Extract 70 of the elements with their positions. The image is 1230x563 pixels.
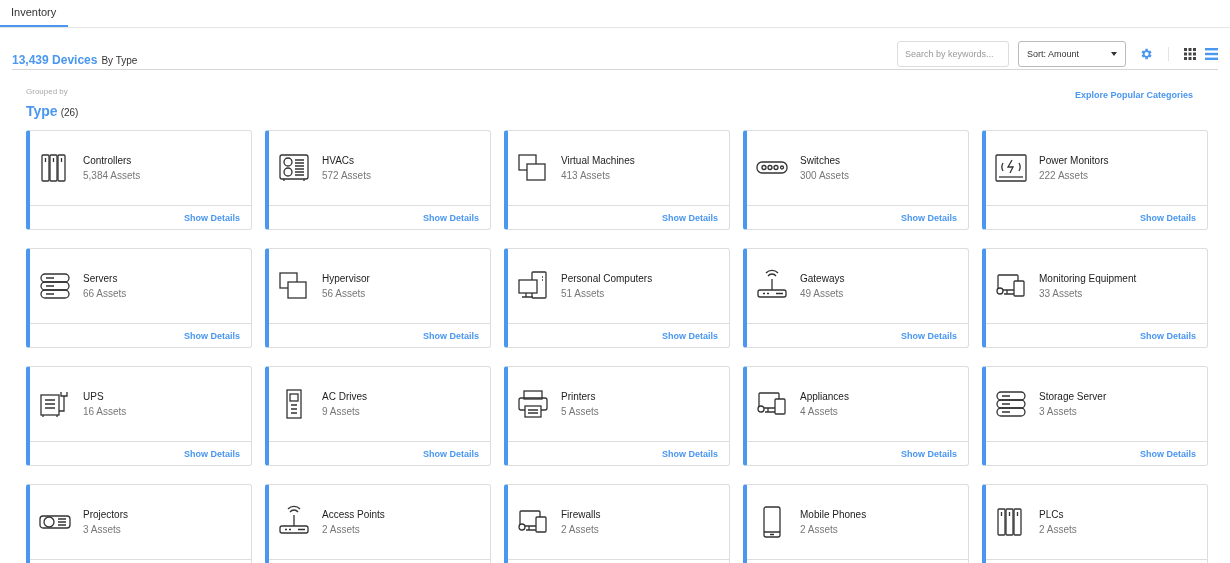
asset-count: 2 Assets <box>322 524 361 535</box>
category-name: Servers <box>83 273 119 284</box>
power-monitor-icon <box>994 151 1028 185</box>
show-details-link[interactable]: Show Details <box>901 212 957 223</box>
category-name: Power Monitors <box>1039 155 1109 166</box>
category-name: Personal Computers <box>561 273 653 284</box>
show-details-link[interactable]: Show Details <box>1140 448 1196 459</box>
category-name: Controllers <box>83 155 133 166</box>
category-name: AC Drives <box>322 391 367 402</box>
grouped-by-label: Grouped by <box>26 87 69 96</box>
group-count: (26) <box>60 107 79 118</box>
tab[interactable]: Inventory <box>0 0 69 27</box>
category-name: Appliances <box>800 391 849 402</box>
asset-count: 572 Assets <box>322 170 371 181</box>
asset-count: 56 Assets <box>322 288 367 299</box>
asset-count: 51 Assets <box>561 288 606 299</box>
show-details-link[interactable]: Show Details <box>1140 212 1196 223</box>
show-details-link[interactable]: Show Details <box>1140 330 1196 341</box>
category-name: HVACs <box>322 155 356 166</box>
count-suffix: By Type <box>101 55 138 66</box>
sort-dropdown[interactable]: Sort: Amount <box>1018 41 1126 67</box>
asset-count: 49 Assets <box>800 288 845 299</box>
show-details-link[interactable]: Show Details <box>423 330 479 341</box>
category-name: PLCs <box>1039 509 1065 520</box>
search-field[interactable]: Search by keywords... <box>897 41 1009 67</box>
category-name: UPS <box>83 391 105 402</box>
asset-count: 5,384 Assets <box>83 170 141 181</box>
show-details-link[interactable]: Show Details <box>184 448 240 459</box>
category-name: Mobile Phones <box>800 509 867 520</box>
asset-count: 4 Assets <box>800 406 839 417</box>
asset-count: 33 Assets <box>1039 288 1084 299</box>
category-name: Virtual Machines <box>561 155 635 166</box>
category-name: Firewalls <box>561 509 601 520</box>
show-details-link[interactable]: Show Details <box>184 330 240 341</box>
grid-view-button[interactable] <box>1184 48 1196 60</box>
asset-count: 66 Assets <box>83 288 127 299</box>
category-name: Access Points <box>322 509 385 520</box>
show-details-link[interactable]: Show Details <box>901 330 957 341</box>
category-name: Projectors <box>83 509 128 520</box>
settings-icon[interactable] <box>1139 47 1153 61</box>
asset-count: 2 Assets <box>561 524 600 535</box>
show-details-link[interactable]: Show Details <box>662 212 718 223</box>
asset-count: 5 Assets <box>561 406 599 417</box>
asset-count: 16 Assets <box>83 406 127 417</box>
category-name: Gateways <box>800 273 845 284</box>
asset-count: 9 Assets <box>322 406 361 417</box>
category-name: Storage Server <box>1039 391 1107 402</box>
asset-count: 300 Assets <box>800 170 849 181</box>
asset-count: 3 Assets <box>1039 406 1078 417</box>
group-name[interactable]: Type <box>26 103 58 119</box>
asset-count: 2 Assets <box>1039 524 1077 535</box>
category-name: Printers <box>561 391 597 402</box>
asset-count: 222 Assets <box>1039 170 1089 181</box>
category-name: Hypervisor <box>322 273 370 284</box>
show-details-link[interactable]: Show Details <box>423 212 479 223</box>
show-details-link[interactable]: Show Details <box>901 448 957 459</box>
show-details-link[interactable]: Show Details <box>423 448 479 459</box>
caret-icon <box>1111 52 1117 56</box>
category-name: Monitoring Equipment <box>1039 273 1137 284</box>
asset-count: 2 Assets <box>800 524 839 535</box>
explore-link[interactable]: Explore Popular Categories <box>1074 90 1193 100</box>
printer-icon <box>516 387 550 421</box>
show-details-link[interactable]: Show Details <box>662 330 718 341</box>
device-count: 13,439 Devices <box>12 53 98 67</box>
asset-count: 413 Assets <box>561 170 611 181</box>
show-details-link[interactable]: Show Details <box>662 448 718 459</box>
category-name: Switches <box>800 155 841 166</box>
asset-count: 3 Assets <box>83 524 122 535</box>
list-view-button[interactable] <box>1205 48 1218 60</box>
show-details-link[interactable]: Show Details <box>184 212 240 223</box>
